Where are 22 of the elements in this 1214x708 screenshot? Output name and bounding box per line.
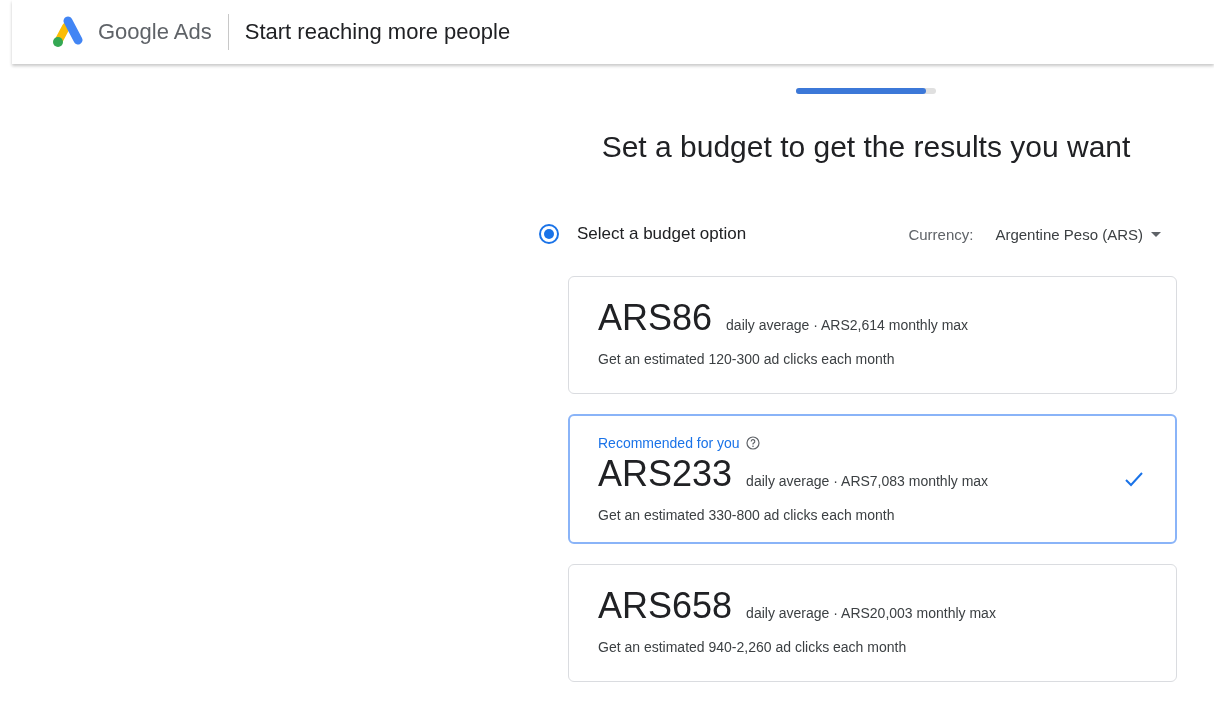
budget-detail: daily average · ARS2,614 monthly max bbox=[726, 317, 969, 333]
click-estimate: Get an estimated 330-800 ad clicks each month bbox=[598, 507, 896, 523]
budget-option-card[interactable]: ARS86 daily average · ARS2,614 monthly max Get an estimated 120-300 ad clicks each month bbox=[568, 276, 1177, 394]
click-estimate: Get an estimated 120-300 ad clicks each month bbox=[598, 351, 896, 367]
caret-icon bbox=[1151, 231, 1161, 237]
currency-label: Currency: bbox=[908, 225, 974, 243]
radio-button[interactable] bbox=[539, 224, 559, 244]
brand-name: Google Ads bbox=[98, 19, 212, 45]
heading: Set a budget to get the results you want bbox=[600, 130, 1132, 164]
radio-label: Select a budget option bbox=[577, 224, 747, 244]
click-estimate: Get an estimated 940-2,260 ad clicks each month bbox=[598, 639, 908, 655]
budget-detail: daily average · ARS20,003 monthly max bbox=[746, 605, 996, 621]
budget-option-card[interactable]: Recommended for you ARS233 daily average · ARS7,083 monthly max Get an estimated 330-800 ad clicks each month bbox=[568, 414, 1177, 544]
page-title: Start reaching more people bbox=[244, 19, 511, 45]
help-icon[interactable] bbox=[745, 436, 760, 450]
budget-detail: daily average · ARS7,083 monthly max bbox=[746, 473, 989, 489]
currency-dropdown[interactable]: Argentine Peso (ARS) bbox=[995, 225, 1161, 243]
budget-amount: ARS86 bbox=[598, 297, 713, 339]
budget-amount: ARS233 bbox=[598, 453, 733, 495]
recommendation-label: Recommended for you bbox=[598, 435, 740, 451]
budget-option-card[interactable]: ARS658 daily average · ARS20,003 monthly max Get an estimated 940-2,260 ad clicks each month bbox=[568, 564, 1177, 682]
budget-amount: ARS658 bbox=[598, 585, 733, 627]
